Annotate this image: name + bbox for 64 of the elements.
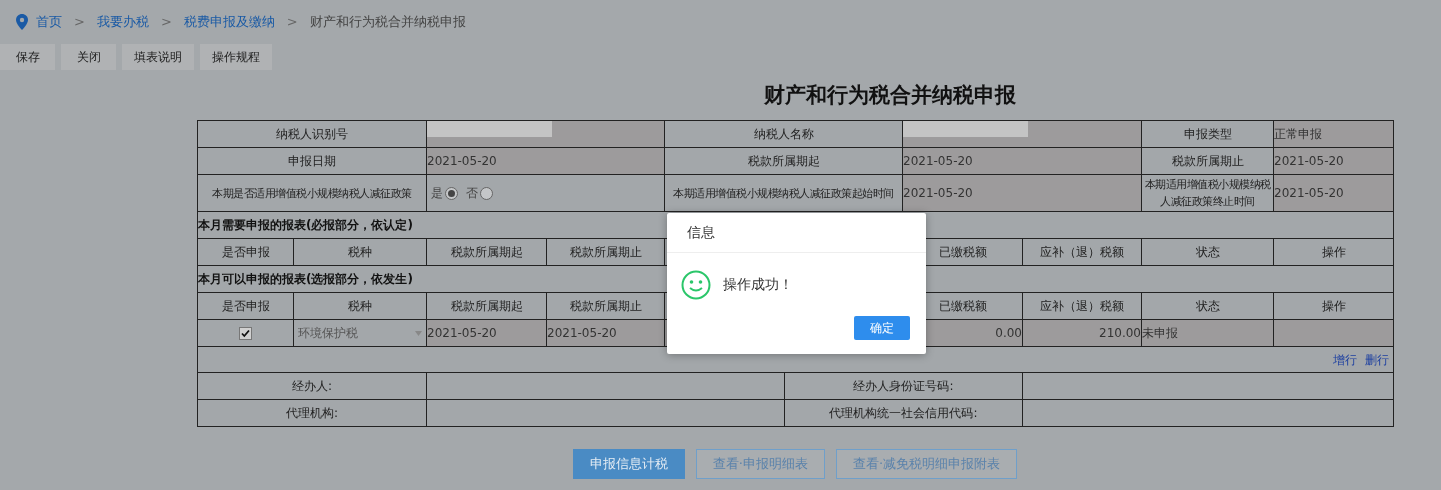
breadcrumb-separator: > [159, 13, 173, 32]
column-header: 应补（退）税额 [1040, 298, 1124, 313]
confirm-button[interactable]: 确定 [854, 316, 910, 340]
field-value: 正常申报 [1274, 127, 1322, 141]
dialog-title: 信息 [687, 223, 715, 242]
row-action-link[interactable]: 删行 [1365, 350, 1389, 369]
toolbar-button[interactable]: 关闭 [61, 44, 116, 70]
column-header: 已缴税额 [938, 298, 987, 313]
field-label: 纳税人名称 [753, 126, 814, 141]
column-header: 税款所属期止 [569, 298, 642, 313]
column-header: 操作 [1321, 298, 1346, 313]
toolbar-button[interactable]: 操作规程 [200, 44, 272, 70]
field-value: 2021-05-20 [903, 154, 973, 168]
field-label: 本期是否适用增值税小规模纳税人减征政策 [212, 186, 412, 200]
table-cell: 2021-05-20 [547, 326, 617, 340]
breadcrumb-separator: > [285, 13, 299, 32]
field-label: 申报类型 [1183, 126, 1232, 141]
checkbox[interactable] [239, 327, 252, 340]
field-value: 2021-05-20 [903, 186, 973, 200]
table-cell: 未申报 [1142, 326, 1178, 340]
column-header: 状态 [1195, 244, 1220, 259]
table-cell: 0.00 [995, 326, 1022, 340]
breadcrumb-current: 财产和行为税合并纳税申报 [309, 13, 466, 32]
smiley-icon [681, 269, 711, 300]
dropdown-caret-icon [415, 330, 422, 336]
column-header: 已缴税额 [938, 244, 987, 259]
row-action-link[interactable]: 增行 [1333, 350, 1357, 369]
dialog-message: 操作成功！ [723, 275, 793, 294]
breadcrumb-separator: > [73, 13, 86, 32]
column-header: 是否申报 [221, 298, 270, 313]
field-label: 代理机构统一社会信用代码: [829, 405, 978, 420]
column-header: 税款所属期起 [450, 298, 523, 313]
field-label: 税款所属期起 [747, 153, 820, 168]
column-header: 税款所属期起 [450, 244, 523, 259]
field-label: 纳税人识别号 [276, 126, 348, 141]
toolbar-button[interactable]: 填表说明 [122, 44, 194, 70]
form-title: 财产和行为税合并纳税申报 [763, 82, 1017, 109]
section-title: 本月可以申报的报表(选报部分，依发生) [198, 272, 413, 286]
column-header: 是否申报 [221, 244, 270, 259]
breadcrumb-link[interactable]: 税费申报及缴纳 [183, 12, 275, 32]
column-header: 税种 [348, 298, 372, 313]
column-header: 状态 [1195, 298, 1220, 313]
location-pin-icon [16, 14, 28, 30]
field-value: 2021-05-20 [1274, 186, 1344, 200]
toolbar-button[interactable]: 保存 [0, 44, 55, 70]
breadcrumb-link[interactable]: 首页 [36, 12, 62, 32]
table-cell: 2021-05-20 [427, 326, 497, 340]
section-title: 本月需要申报的报表(必报部分，依认定) [198, 218, 413, 232]
field-label: 申报日期 [288, 153, 336, 168]
breadcrumb-link[interactable]: 我要办税 [96, 12, 149, 32]
action-button[interactable]: 申报信息计税 [572, 449, 685, 479]
field-label: 代理机构: [285, 405, 338, 420]
field-label: 经办人身份证号码: [853, 378, 954, 393]
field-label: 税款所属期止 [1171, 153, 1244, 168]
column-header: 税款所属期止 [569, 244, 642, 259]
field-label: 经办人: [291, 378, 332, 393]
column-header: 应补（退）税额 [1040, 244, 1124, 259]
field-value: 2021-05-20 [427, 154, 497, 168]
field-label: 本期适用增值税小规模纳税人减征政策起始时间 [673, 186, 894, 200]
field-label: 本期适用增值税小规模纳税人减征政策终止时间 [1144, 178, 1271, 208]
column-header: 税种 [348, 244, 372, 259]
table-cell: 210.00 [1099, 326, 1141, 340]
column-header: 操作 [1321, 244, 1346, 259]
field-value: 2021-05-20 [1274, 154, 1344, 168]
